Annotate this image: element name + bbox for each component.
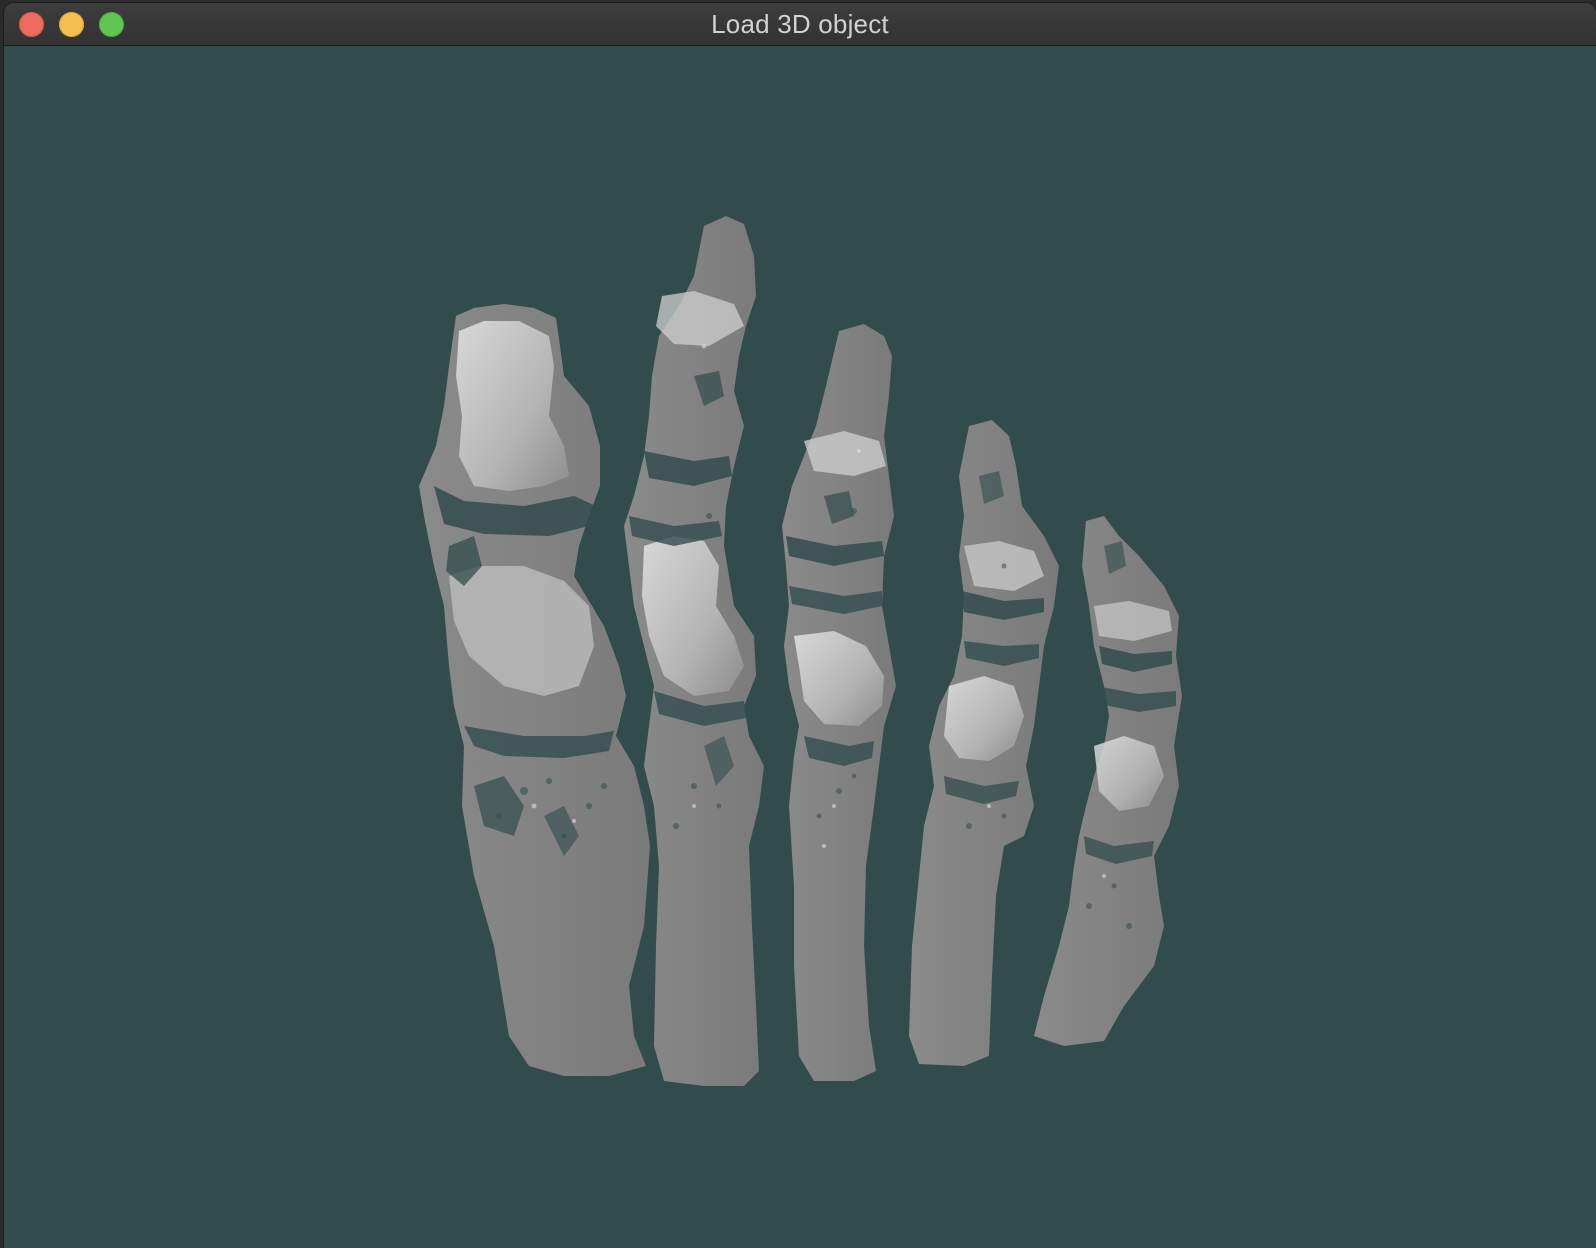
bone-third-ray [782,324,896,1081]
bone-fourth-ray [909,420,1059,1066]
3d-viewport[interactable] [4,46,1596,1248]
bone-fifth-ray [1034,516,1182,1046]
bone-second-ray [624,216,764,1086]
app-window: Load 3D object [4,3,1596,1248]
3d-model-render[interactable] [4,46,1596,1248]
bone-first-ray [419,304,650,1076]
title-bar[interactable]: Load 3D object [4,3,1596,46]
window-title: Load 3D object [711,9,889,39]
